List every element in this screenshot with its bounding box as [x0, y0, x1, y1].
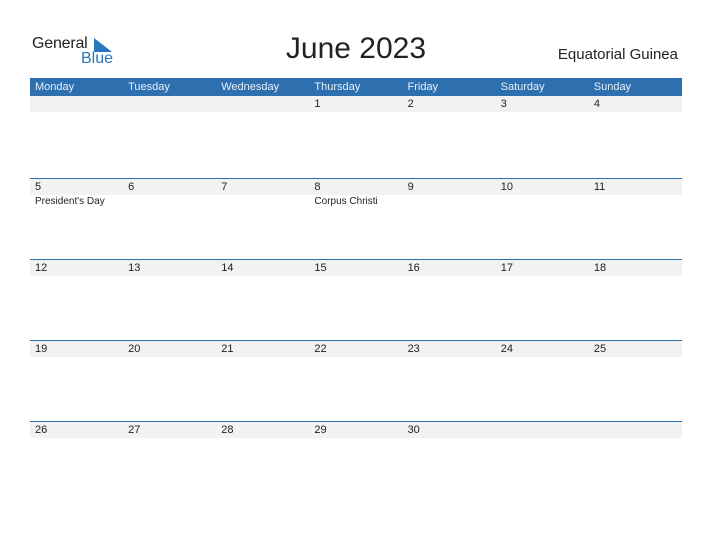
- day-number: 19: [35, 343, 48, 355]
- day-cell: 20: [123, 341, 216, 421]
- day-number: 4: [593, 98, 600, 110]
- day-cell: 4: [589, 96, 682, 176]
- day-cell: 22: [309, 341, 402, 421]
- day-number: 26: [35, 424, 48, 436]
- weekday-monday: Monday: [35, 81, 75, 93]
- day-cell: 11: [589, 179, 682, 259]
- day-number: 17: [500, 262, 513, 274]
- day-number: 5: [35, 181, 42, 193]
- weekday-header: Monday Tuesday Wednesday Thursday Friday…: [30, 78, 682, 96]
- weekday-wednesday: Wednesday: [221, 81, 280, 93]
- holiday-label: President's Day: [35, 196, 105, 207]
- day-cell: 29: [309, 422, 402, 502]
- day-number: 2: [407, 98, 414, 110]
- calendar-week: 12 13 14 15 16 17 18: [30, 259, 682, 340]
- day-cell: 23: [403, 341, 496, 421]
- calendar-week: 26 27 28 29 30: [30, 421, 682, 502]
- day-cell: 6: [123, 179, 216, 259]
- day-number: 11: [593, 181, 606, 193]
- day-number: 23: [407, 343, 420, 355]
- day-cell: 28: [216, 422, 309, 502]
- weekday-friday: Friday: [407, 81, 439, 93]
- day-number: 27: [128, 424, 141, 436]
- day-number: 1: [314, 98, 321, 110]
- calendar-week: 19 20 21 22 23 24 25: [30, 340, 682, 421]
- day-cell: 21: [216, 341, 309, 421]
- day-number: 25: [593, 343, 607, 355]
- day-cell: 25: [589, 341, 682, 421]
- day-number: 14: [221, 262, 234, 274]
- day-cell: 18: [589, 260, 682, 340]
- weekday-sunday: Sunday: [593, 81, 632, 93]
- calendar-week: 5 President's Day 6 7 8 Corpus Christi 9 10 11: [30, 178, 682, 259]
- day-cell: 1: [309, 96, 402, 176]
- day-number: 15: [314, 262, 327, 274]
- day-number: 8: [314, 181, 321, 193]
- day-cell: 17: [496, 260, 589, 340]
- day-cell: 2: [403, 96, 496, 176]
- day-number: 12: [35, 262, 48, 274]
- day-number: 16: [407, 262, 420, 274]
- country-name: Equatorial Guinea: [557, 46, 678, 63]
- day-number: 21: [221, 343, 234, 355]
- day-number: 7: [221, 181, 228, 193]
- day-number: 18: [593, 262, 607, 274]
- day-number: 22: [314, 343, 327, 355]
- day-cell: [496, 422, 589, 502]
- day-number: 10: [500, 181, 513, 193]
- day-cell: 8 Corpus Christi: [309, 179, 402, 259]
- calendar-week: 1 2 3 4: [30, 96, 682, 176]
- day-cell: 27: [123, 422, 216, 502]
- day-cell: [216, 96, 309, 176]
- day-number: 9: [407, 181, 414, 193]
- weekday-saturday: Saturday: [500, 81, 545, 93]
- day-cell: 7: [216, 179, 309, 259]
- day-number: 29: [314, 424, 327, 436]
- day-number: 20: [128, 343, 141, 355]
- day-cell: 26: [30, 422, 123, 502]
- day-cell: 9: [403, 179, 496, 259]
- weekday-thursday: Thursday: [314, 81, 361, 93]
- day-cell: [123, 96, 216, 176]
- day-cell: 16: [403, 260, 496, 340]
- day-cell: 10: [496, 179, 589, 259]
- day-cell: 5 President's Day: [30, 179, 123, 259]
- day-cell: [30, 96, 123, 176]
- day-cell: 3: [496, 96, 589, 176]
- day-cell: 13: [123, 260, 216, 340]
- day-number: 6: [128, 181, 135, 193]
- day-cell: 15: [309, 260, 402, 340]
- day-cell: 19: [30, 341, 123, 421]
- day-number: 24: [500, 343, 513, 355]
- day-number: 28: [221, 424, 234, 436]
- day-number: 13: [128, 262, 141, 274]
- day-cell: 24: [496, 341, 589, 421]
- day-cell: 14: [216, 260, 309, 340]
- day-number: 3: [500, 98, 507, 110]
- day-cell: 12: [30, 260, 123, 340]
- day-cell: 30: [403, 422, 496, 502]
- weekday-tuesday: Tuesday: [128, 81, 170, 93]
- holiday-label: Corpus Christi: [314, 196, 378, 207]
- day-number: 30: [407, 424, 420, 436]
- day-cell: [589, 422, 682, 502]
